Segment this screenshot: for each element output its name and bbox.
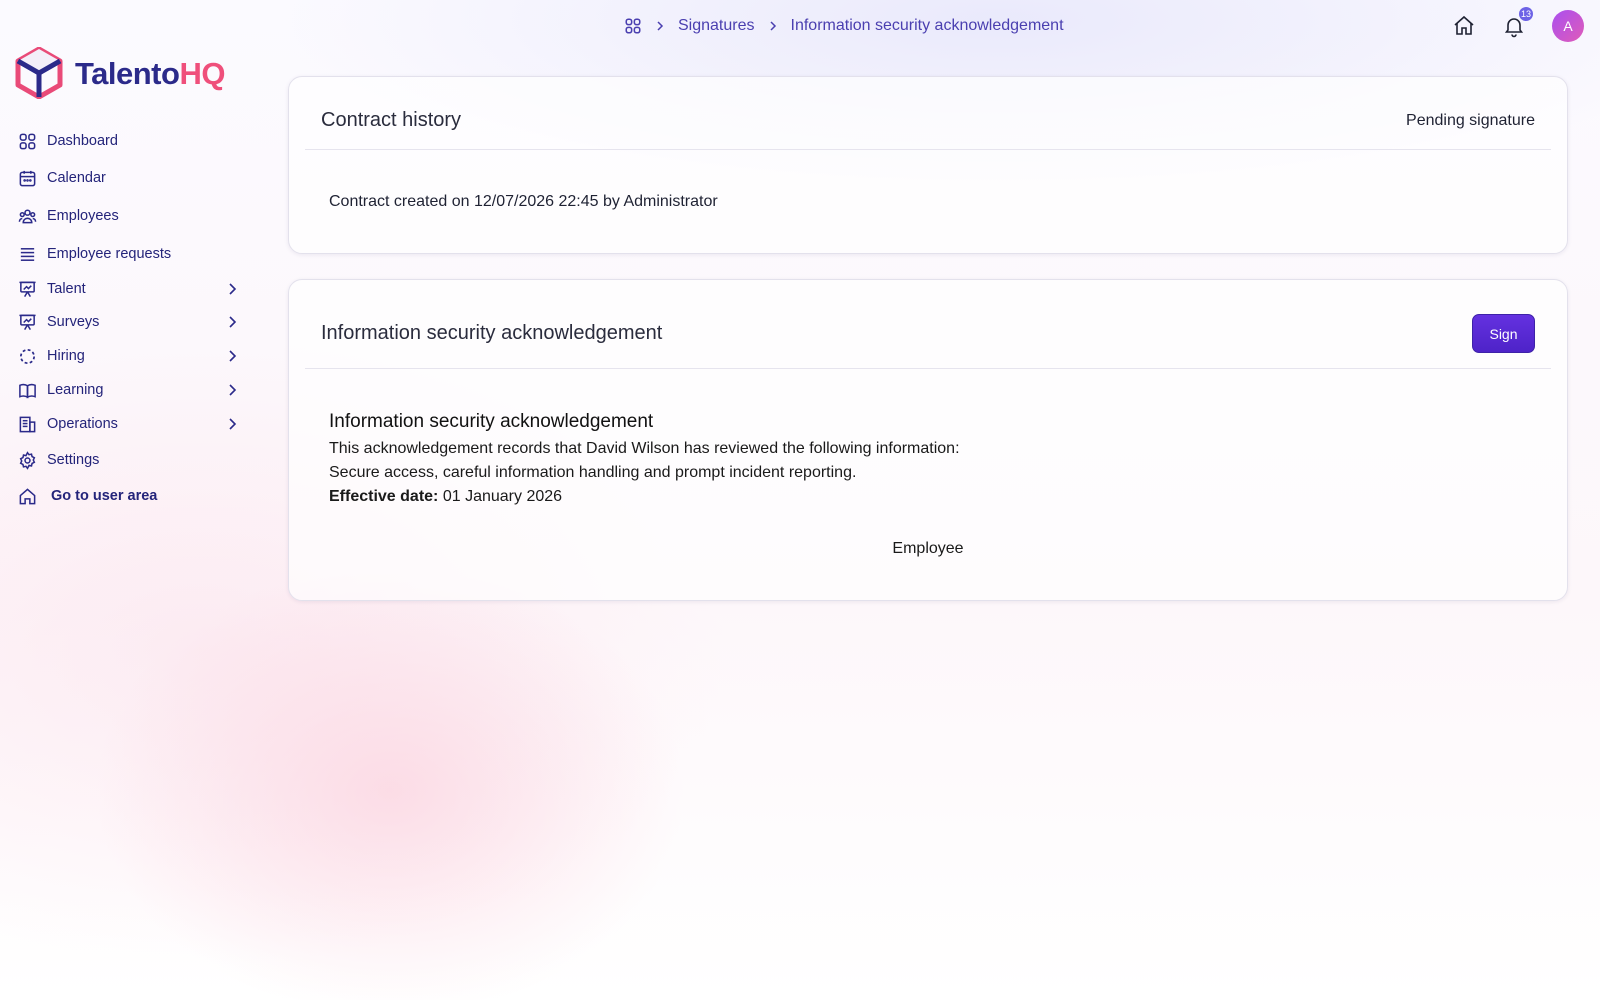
chevron-right-icon bbox=[229, 316, 237, 328]
card-header: Contract history bbox=[305, 77, 1551, 150]
sidebar-item-label: Learning bbox=[47, 382, 104, 398]
gear-icon bbox=[16, 449, 38, 471]
avatar[interactable]: A bbox=[1552, 10, 1584, 42]
brand-name-part1: Talento bbox=[75, 55, 180, 91]
calendar-icon bbox=[16, 167, 38, 189]
sidebar-item-label: Employees bbox=[47, 208, 119, 224]
brand-name-part2: HQ bbox=[179, 55, 225, 91]
sidebar-item-hiring[interactable]: Hiring bbox=[16, 341, 246, 371]
grid-icon bbox=[16, 130, 38, 152]
book-icon bbox=[16, 379, 38, 401]
notifications-button[interactable]: 13 bbox=[1502, 7, 1533, 38]
document-title: Information security acknowledgement bbox=[329, 411, 654, 432]
document-card: Information security acknowledgement Sig… bbox=[288, 279, 1568, 601]
history-entry: Contract created on 12/07/2026 22:45 by … bbox=[329, 193, 718, 210]
document-body: Information security acknowledgement Thi… bbox=[329, 411, 1529, 509]
card-title: Contract history bbox=[321, 109, 462, 131]
effective-date: Effective date: 01 January 2026 bbox=[329, 485, 1529, 509]
sidebar-item-label: Hiring bbox=[47, 348, 85, 364]
document-line: Secure access, careful information handl… bbox=[329, 464, 857, 481]
status-text: Pending signature bbox=[1406, 112, 1535, 129]
header-actions: 13 A bbox=[1452, 7, 1584, 42]
sidebar-item-operations[interactable]: Operations bbox=[16, 409, 246, 439]
sidebar-item-label: Operations bbox=[47, 416, 118, 432]
cube-logo-icon bbox=[15, 47, 63, 99]
list-icon bbox=[16, 243, 38, 265]
grid-icon[interactable] bbox=[624, 17, 642, 35]
sidebar-item-employee-requests[interactable]: Employee requests bbox=[16, 239, 246, 269]
presentation-icon bbox=[16, 311, 38, 333]
chevron-right-icon bbox=[657, 21, 664, 31]
brand-name: TalentoHQ bbox=[75, 58, 225, 89]
chevron-right-icon bbox=[229, 418, 237, 430]
effective-date-value: 01 January 2026 bbox=[442, 488, 563, 505]
sidebar-item-label: Employee requests bbox=[47, 246, 172, 262]
breadcrumb-signatures[interactable]: Signatures bbox=[678, 17, 755, 35]
sidebar-item-label: Go to user area bbox=[51, 488, 158, 504]
sidebar-item-employees[interactable]: Employees bbox=[16, 201, 246, 231]
sidebar-item-user-area[interactable]: Go to user area bbox=[16, 481, 246, 511]
sidebar-item-label: Surveys bbox=[47, 314, 100, 330]
card-title: Information security acknowledgement bbox=[321, 322, 663, 344]
home-icon[interactable] bbox=[1452, 14, 1476, 38]
sidebar-item-learning[interactable]: Learning bbox=[16, 375, 246, 405]
sidebar-item-label: Calendar bbox=[47, 170, 106, 186]
sidebar-item-label: Talent bbox=[47, 281, 86, 297]
chevron-right-icon bbox=[769, 21, 776, 31]
building-icon bbox=[16, 413, 38, 435]
users-icon bbox=[16, 205, 38, 227]
chevron-right-icon bbox=[229, 384, 237, 396]
chevron-right-icon bbox=[229, 350, 237, 362]
dashed-circle-icon bbox=[16, 345, 38, 367]
sidebar: TalentoHQ Dashboard Calendar Employees E… bbox=[0, 0, 256, 1000]
contract-history-card: Contract history Pending signature Contr… bbox=[288, 76, 1568, 254]
sidebar-item-calendar[interactable]: Calendar bbox=[16, 163, 246, 193]
sidebar-item-label: Settings bbox=[47, 452, 100, 468]
sidebar-item-settings[interactable]: Settings bbox=[16, 445, 246, 475]
chevron-right-icon bbox=[229, 283, 237, 295]
presentation-icon bbox=[16, 278, 38, 300]
notification-badge: 13 bbox=[1518, 7, 1533, 21]
effective-date-label: Effective date: bbox=[329, 488, 439, 505]
breadcrumb: Signatures Information security acknowle… bbox=[624, 14, 1064, 38]
home-icon bbox=[16, 485, 38, 507]
sidebar-item-dashboard[interactable]: Dashboard bbox=[16, 126, 246, 156]
brand-logo[interactable]: TalentoHQ bbox=[15, 47, 225, 99]
signer-role: Employee bbox=[892, 540, 964, 557]
document-line: This acknowledgement records that David … bbox=[329, 440, 960, 457]
card-header: Information security acknowledgement bbox=[305, 280, 1551, 369]
sidebar-item-surveys[interactable]: Surveys bbox=[16, 307, 246, 337]
sidebar-item-talent[interactable]: Talent bbox=[16, 274, 246, 304]
breadcrumb-current: Information security acknowledgement bbox=[790, 17, 1064, 34]
sign-button[interactable]: Sign bbox=[1472, 314, 1535, 353]
sidebar-item-label: Dashboard bbox=[47, 133, 118, 149]
